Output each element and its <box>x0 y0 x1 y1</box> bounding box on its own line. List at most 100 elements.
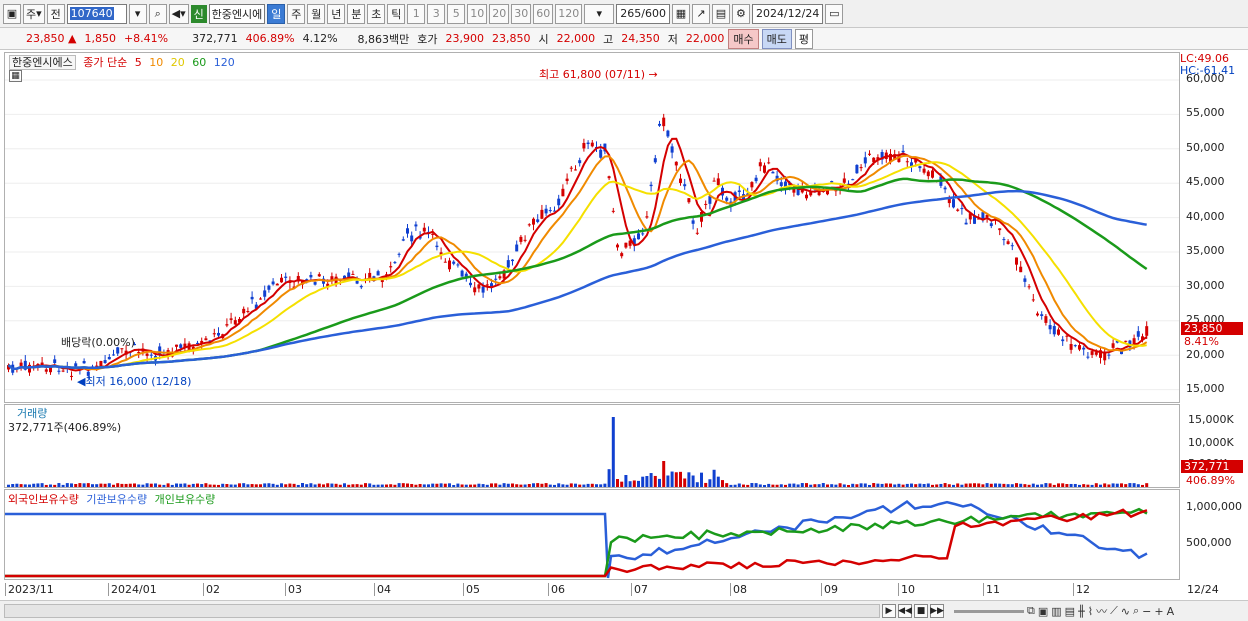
interval-60[interactable]: 60 <box>533 3 554 24</box>
interval-10[interactable]: 10 <box>467 3 488 24</box>
sell-button[interactable]: 매도 <box>761 28 792 49</box>
interval-custom-dropdown[interactable]: ▾ <box>584 3 615 24</box>
zoom-slider[interactable] <box>954 609 1024 613</box>
search-icon[interactable]: ⌕ <box>148 3 167 24</box>
volume-bar <box>133 483 136 487</box>
volume-bar <box>217 484 220 487</box>
volume-value: 372,771주(406.89%) <box>8 421 122 434</box>
price-chart-panel[interactable]: 한중엔시에스 종가 단순 5 10 20 60 120 ▦ 최고 61,800 … <box>4 52 1180 403</box>
volume-chart-panel[interactable]: 거래량 372,771주(406.89%) <box>4 404 1180 488</box>
buy-button[interactable]: 매수 <box>728 28 759 49</box>
compare-tool-icon[interactable]: ▣ <box>1038 605 1048 618</box>
link-tool-icon[interactable]: ∿ <box>1121 605 1130 618</box>
candle-body <box>1111 343 1115 348</box>
scroll-first-button[interactable]: ◀◀ <box>898 604 912 618</box>
gear-icon[interactable]: ⚙ <box>731 3 750 24</box>
period-tab-month[interactable]: 월 <box>307 3 326 24</box>
save-icon[interactable]: ▤ <box>711 3 730 24</box>
candle-body <box>931 170 934 178</box>
interval-3[interactable]: 3 <box>427 3 446 24</box>
volume-bar <box>359 484 363 487</box>
volume-bar <box>1040 484 1044 487</box>
volume-bar <box>616 479 619 487</box>
calendar-icon[interactable]: ▭ <box>825 3 844 24</box>
chart-type-icon[interactable]: ▥ <box>1051 605 1061 618</box>
page-count-field[interactable]: 265/600 <box>616 3 670 24</box>
period-tab-day[interactable]: 일 <box>267 3 286 24</box>
draw-tool-icon[interactable]: ↗ <box>691 3 710 24</box>
candle-body <box>599 149 603 158</box>
zoom-in-icon[interactable]: + <box>1154 605 1163 618</box>
stock-name-field[interactable]: 한중엔시에 <box>208 3 266 24</box>
interval-1[interactable]: 1 <box>407 3 426 24</box>
volume-bar <box>1031 483 1035 487</box>
ma-20-label: 20 <box>170 56 185 69</box>
holdings-chart-panel[interactable]: 외국인보유수량 기관보유수량 개인보유수량 <box>4 489 1180 580</box>
x-axis-label: 06 <box>548 583 565 596</box>
candle-body <box>855 164 859 174</box>
period-tab-minute[interactable]: 분 <box>347 3 366 24</box>
zoom-out-icon[interactable]: − <box>1142 605 1151 618</box>
scroll-right-button[interactable]: ▶ <box>882 604 896 618</box>
table-view-icon[interactable]: ▦ <box>9 70 22 82</box>
volume-bar <box>733 484 737 487</box>
volume-bar <box>275 484 279 487</box>
shin-badge[interactable]: 신 <box>190 4 207 23</box>
interval-5[interactable]: 5 <box>447 3 466 24</box>
candle-body <box>267 285 271 290</box>
prev-button[interactable]: 전 <box>46 3 65 24</box>
period-tab-tick[interactable]: 틱 <box>387 3 406 24</box>
line-tool-icon[interactable]: ⌇ <box>1088 605 1093 618</box>
volume-bar <box>989 483 993 487</box>
text-tool-icon[interactable]: A <box>1167 605 1175 618</box>
period-select[interactable]: 주 ▾ <box>23 3 45 24</box>
volume-bar <box>263 483 267 487</box>
volume-bar <box>653 475 657 487</box>
trend-tool-icon[interactable]: 〰 <box>1096 603 1107 619</box>
interval-120[interactable]: 120 <box>555 3 583 24</box>
bar-tool-icon[interactable]: ▤ <box>1065 605 1075 618</box>
candle-body <box>590 142 594 147</box>
period-tab-second[interactable]: 초 <box>367 3 386 24</box>
candle-body <box>389 266 393 268</box>
price-chart-svg[interactable] <box>5 53 1179 402</box>
volume-bar <box>817 484 821 487</box>
candle-body <box>679 178 682 183</box>
interval-30[interactable]: 30 <box>511 3 532 24</box>
stock-code-input[interactable]: 107640 <box>66 3 127 24</box>
zoom-icon[interactable]: ⌕ <box>1133 604 1139 618</box>
volume-bar <box>506 483 510 487</box>
institution-holding-label: 기관보유수량 <box>86 493 148 506</box>
period-tab-year[interactable]: 년 <box>327 3 346 24</box>
scroll-stop-button[interactable]: ■ <box>914 604 928 618</box>
volume-bar <box>414 484 418 487</box>
interval-20[interactable]: 20 <box>489 3 510 24</box>
volume-bar <box>1111 483 1115 487</box>
candle-body <box>393 262 397 264</box>
volume-bar <box>809 484 813 487</box>
speaker-icon[interactable]: ◀▾ <box>168 3 189 24</box>
code-dropdown-icon[interactable]: ▾ <box>128 3 147 24</box>
volume-bar <box>1023 484 1027 487</box>
volume-bar <box>687 472 691 487</box>
date-field[interactable]: 2024/12/24 <box>751 3 824 24</box>
candle-body <box>473 287 477 293</box>
scroll-track[interactable] <box>4 604 880 618</box>
layout-tool-icon[interactable]: ⧉ <box>1027 604 1035 618</box>
candle-tool-icon[interactable]: ╫ <box>1078 605 1085 618</box>
current-pct-flag: 8.41% <box>1184 335 1219 348</box>
candle-body <box>1069 344 1073 350</box>
stock-code-value: 107640 <box>69 7 114 20</box>
chart-menu-icon[interactable]: ▣ <box>3 3 21 24</box>
volume-bar <box>145 483 149 487</box>
period-tab-week[interactable]: 주 <box>287 3 306 24</box>
volume-bar <box>750 483 754 487</box>
draw-line-icon[interactable]: ⟋ <box>1110 604 1118 618</box>
x-axis-label: 05 <box>463 583 480 596</box>
scroll-last-button[interactable]: ▶▶ <box>930 604 944 618</box>
ask-price: 23,900 <box>445 32 485 45</box>
eval-button[interactable]: 평 <box>794 28 814 49</box>
grid-tool-icon[interactable]: ▦ <box>671 3 690 24</box>
volume-bar <box>309 483 313 487</box>
volume-chart-svg[interactable] <box>5 405 1179 487</box>
